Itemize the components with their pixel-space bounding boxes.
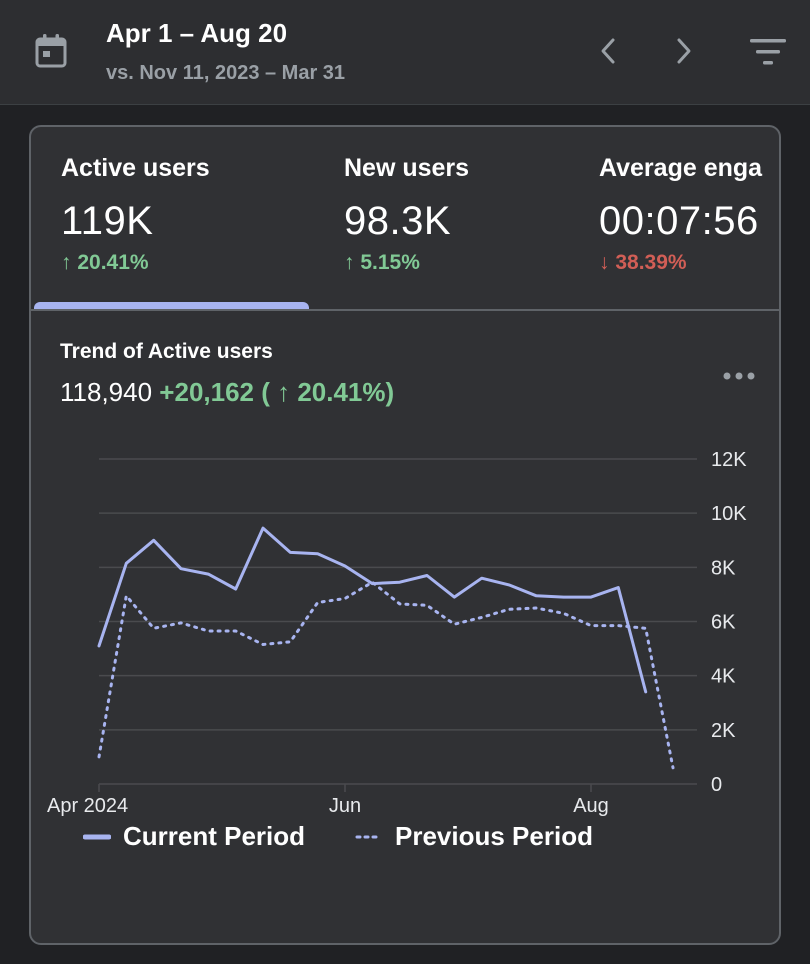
y-tick-label: 4K — [711, 666, 736, 688]
x-tick-label: Apr 2024 — [47, 795, 128, 817]
solid-line-swatch — [83, 834, 111, 839]
legend-label: Previous Period — [395, 821, 593, 851]
previous-period-button[interactable] — [588, 30, 628, 72]
legend-item-current-period[interactable]: Current Period — [83, 821, 305, 852]
series-line-current-period[interactable] — [97, 526, 648, 694]
y-tick-label: 10K — [711, 503, 747, 525]
metrics-card: Active users 119K ↑ 20.41% New users 98.… — [29, 125, 781, 945]
legend-label: Current Period — [123, 821, 306, 851]
y-tick-label: 8K — [711, 557, 736, 579]
x-tick-label: Aug — [573, 795, 609, 817]
x-tick-label: Jun — [329, 795, 361, 817]
legend-item-previous-period[interactable]: Previous Period — [355, 821, 593, 852]
date-range-header: Apr 1 – Aug 20 vs. Nov 11, 2023 – Mar 31 — [0, 0, 810, 105]
date-range-label[interactable]: Apr 1 – Aug 20 — [106, 18, 287, 49]
y-tick-label: 0 — [711, 774, 722, 796]
y-tick-label: 12K — [711, 449, 747, 471]
chevron-left-icon — [601, 38, 615, 64]
y-tick-label: 2K — [711, 720, 736, 742]
calendar-icon[interactable] — [34, 33, 68, 69]
filter-icon[interactable] — [746, 34, 790, 70]
dotted-line-swatch — [355, 835, 383, 838]
next-period-button[interactable] — [664, 30, 704, 72]
y-tick-label: 6K — [711, 612, 736, 634]
compare-range-label[interactable]: vs. Nov 11, 2023 – Mar 31 — [106, 62, 345, 85]
chevron-right-icon — [677, 38, 691, 64]
